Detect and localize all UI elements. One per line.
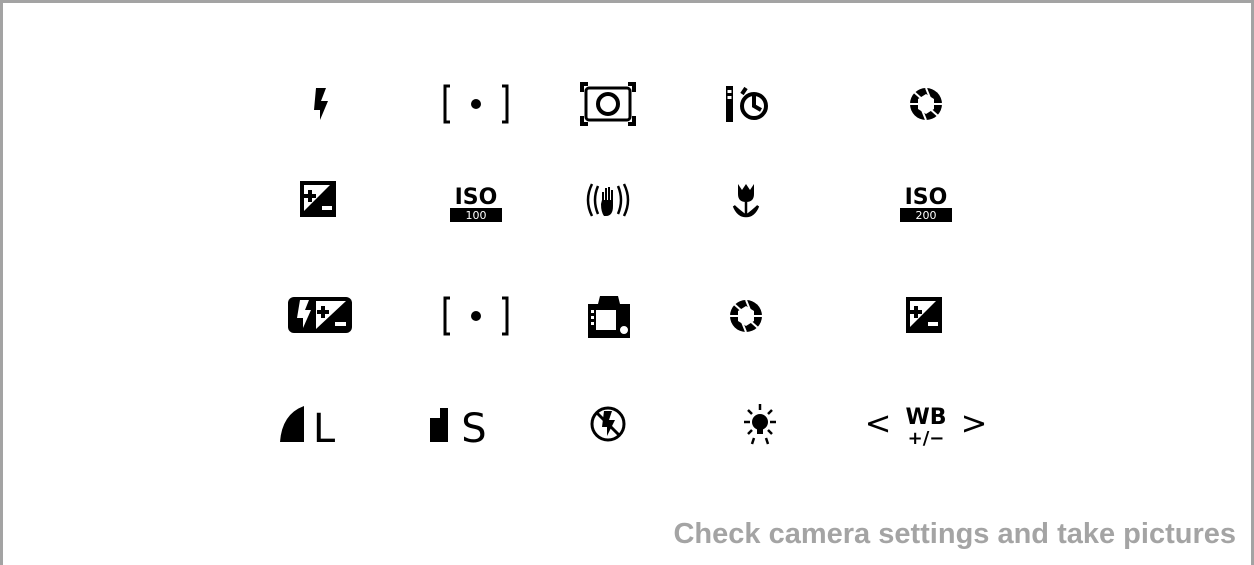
iso-200-icon[interactable]: ISO 200: [886, 170, 966, 230]
white-balance-incandescent-icon[interactable]: [720, 394, 800, 454]
wb-label: WB: [905, 405, 946, 430]
wb-left-arrow: <: [865, 404, 892, 442]
flash-icon[interactable]: [280, 74, 360, 134]
macro-mode-icon[interactable]: [706, 170, 786, 230]
spot-metering-icon[interactable]: [436, 286, 516, 346]
exposure-compensation-icon[interactable]: [886, 286, 966, 346]
vibration-reduction-icon[interactable]: [568, 170, 648, 230]
image-quality-large-icon[interactable]: L: [280, 394, 360, 454]
iso-100-value: 100: [466, 209, 487, 222]
spot-metering-icon[interactable]: [436, 74, 516, 134]
caption: Check camera settings and take pictures: [673, 518, 1236, 550]
camera-body-icon[interactable]: [568, 286, 648, 346]
aperture-icon[interactable]: [706, 286, 786, 346]
iso-200-value: 200: [916, 209, 937, 222]
exposure-compensation-icon[interactable]: [280, 170, 360, 230]
iso-100-icon[interactable]: ISO 100: [436, 170, 516, 230]
remote-self-timer-icon[interactable]: [706, 74, 786, 134]
iso-200-label: ISO: [905, 185, 948, 210]
aperture-icon[interactable]: [886, 74, 966, 134]
flash-compensation-icon[interactable]: [280, 286, 360, 346]
quality-large-label: L: [313, 406, 336, 452]
wb-adjust-label: +/−: [908, 428, 945, 449]
image-quality-small-icon[interactable]: S: [418, 394, 498, 454]
white-balance-adjust-icon[interactable]: < WB +/− >: [865, 394, 988, 454]
wb-right-arrow: >: [961, 404, 988, 442]
quality-small-label: S: [461, 406, 486, 452]
center-weighted-metering-icon[interactable]: [568, 74, 648, 134]
flash-off-icon[interactable]: [568, 394, 648, 454]
iso-100-label: ISO: [455, 185, 498, 210]
